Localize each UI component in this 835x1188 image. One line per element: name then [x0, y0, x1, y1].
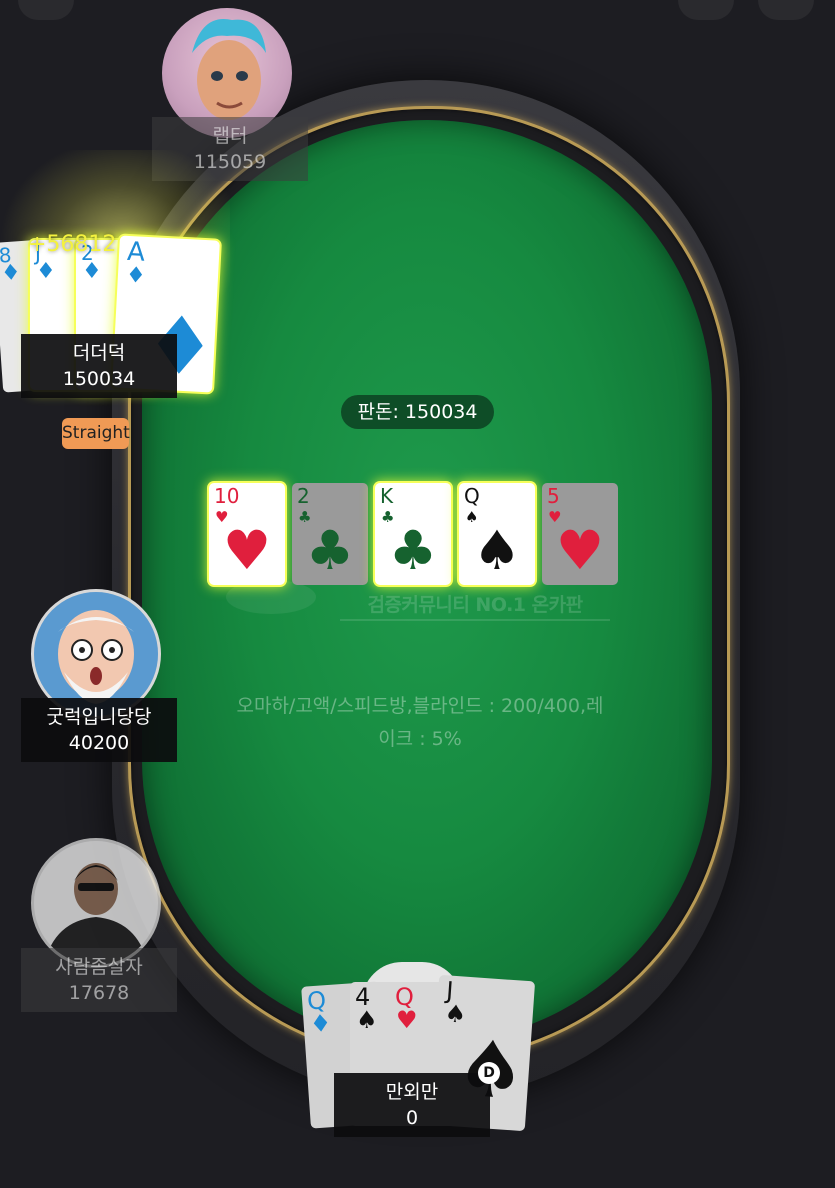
- watermark-text: 검증커뮤니티 NO.1 온카판: [340, 590, 610, 621]
- heart-icon: ♥: [222, 519, 272, 582]
- player-name: 랩터: [212, 125, 248, 147]
- avatar-photo-icon: [34, 841, 158, 965]
- diamond-icon: ♦: [308, 1008, 333, 1039]
- heart-icon: ♥: [396, 1006, 418, 1034]
- hand-rank-badge: Straight: [62, 418, 130, 449]
- board-card-1: 10 ♥ ♥: [209, 483, 285, 585]
- card-rank: 5: [547, 484, 560, 508]
- club-icon: ♣: [305, 519, 355, 582]
- diamond-icon: ♦: [36, 259, 56, 284]
- board-card-3: K ♣ ♣: [375, 483, 451, 585]
- menu-button[interactable]: [18, 0, 74, 20]
- card-rank: 2: [297, 484, 310, 508]
- watermark-logo: [226, 580, 316, 614]
- player-name: 사람좀살자: [55, 956, 143, 978]
- settings-button[interactable]: [678, 0, 734, 20]
- player-info-middle: 굿럭입니당당 40200: [21, 698, 177, 762]
- board-card-5: 5 ♥ ♥: [542, 483, 618, 585]
- player-info-hero: 만외만 0: [334, 1073, 490, 1137]
- heart-icon: ♥: [555, 519, 605, 582]
- spade-icon: ♠: [443, 999, 468, 1029]
- card-rank: 10: [214, 484, 240, 508]
- player-name: 만외만: [385, 1081, 439, 1103]
- card-rank: K: [380, 484, 394, 508]
- spade-icon: ♠: [356, 1006, 378, 1034]
- spade-icon: ♠: [472, 519, 522, 582]
- chat-button[interactable]: [758, 0, 814, 20]
- diamond-icon: ♦: [0, 260, 22, 287]
- card-rank: Q: [464, 484, 480, 508]
- table-info-line1: 오마하/고액/스피드방,블라인드 : 200/400,레: [236, 695, 604, 717]
- player-name: 더더덕: [72, 342, 126, 364]
- player-chips: 0: [405, 1107, 419, 1129]
- player-info-lower: 사람좀살자 17678: [21, 948, 177, 1012]
- diamond-icon: ♦: [82, 259, 102, 284]
- club-icon: ♣: [388, 519, 438, 582]
- player-chips: 150034: [62, 368, 136, 390]
- board-card-2: 2 ♣ ♣: [292, 483, 368, 585]
- win-amount: +56812: [28, 232, 117, 257]
- player-chips: 40200: [68, 732, 130, 754]
- dealer-button-icon: D: [478, 1062, 500, 1084]
- pot-amount: 판돈: 150034: [341, 395, 494, 429]
- table-info: 오마하/고액/스피드방,블라인드 : 200/400,레 이크 : 5%: [210, 690, 630, 756]
- table-info-line2: 이크 : 5%: [378, 728, 462, 750]
- diamond-icon: ♦: [125, 262, 147, 289]
- player-chips: 17678: [68, 982, 130, 1004]
- board-card-4: Q ♠ ♠: [459, 483, 535, 585]
- player-info-winner: 더더덕 150034: [21, 334, 177, 398]
- player-name: 굿럭입니당당: [46, 706, 152, 728]
